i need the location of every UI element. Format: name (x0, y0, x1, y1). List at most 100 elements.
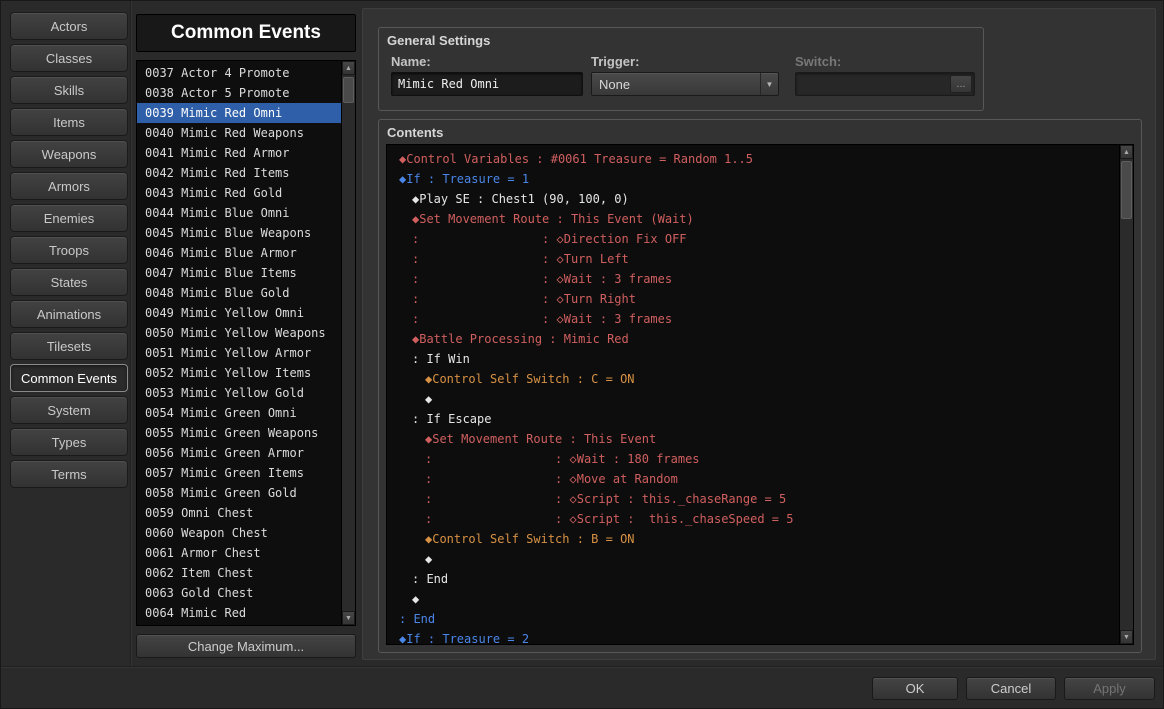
sidebar-item-types[interactable]: Types (10, 428, 128, 456)
sidebar-item-terms[interactable]: Terms (10, 460, 128, 488)
contents-scrollbar[interactable]: ▲ ▼ (1119, 145, 1133, 644)
event-list-items: 0037 Actor 4 Promote 0038 Actor 5 Promote… (137, 63, 341, 625)
sidebar-item-tilesets[interactable]: Tilesets (10, 332, 128, 360)
event-command-line[interactable]: : : ◇Move at Random (387, 469, 1118, 489)
event-command-line[interactable]: ◆Control Self Switch : B = ON (387, 529, 1118, 549)
event-list-item[interactable]: 0037 Actor 4 Promote (137, 63, 341, 83)
event-list-item[interactable]: 0058 Mimic Green Gold (137, 483, 341, 503)
event-command-line[interactable]: : : ◇Wait : 180 frames (387, 449, 1118, 469)
sidebar-item-weapons[interactable]: Weapons (10, 140, 128, 168)
trigger-dropdown[interactable]: None ▼ (591, 72, 779, 96)
event-list-item[interactable]: 0040 Mimic Red Weapons (137, 123, 341, 143)
sidebar-item-classes[interactable]: Classes (10, 44, 128, 72)
name-input[interactable] (391, 72, 583, 96)
event-command-line[interactable]: : : ◇Turn Right (387, 289, 1118, 309)
event-command-line[interactable]: ◆Battle Processing : Mimic Red (387, 329, 1118, 349)
event-list-item[interactable]: 0042 Mimic Red Items (137, 163, 341, 183)
event-list-item[interactable]: 0044 Mimic Blue Omni (137, 203, 341, 223)
sidebar-item-system[interactable]: System (10, 396, 128, 424)
event-command-line[interactable]: ◆If : Treasure = 2 (387, 629, 1118, 644)
scroll-up-icon[interactable]: ▲ (342, 61, 355, 75)
event-list: 0037 Actor 4 Promote 0038 Actor 5 Promote… (136, 60, 356, 626)
event-command-line[interactable]: ◆Play SE : Chest1 (90, 100, 0) (387, 189, 1118, 209)
event-list-item[interactable]: 0056 Mimic Green Armor (137, 443, 341, 463)
general-settings-title: General Settings (387, 33, 491, 48)
scroll-down-icon[interactable]: ▼ (1120, 630, 1133, 644)
event-command-line[interactable]: : : ◇Script : this._chaseRange = 5 (387, 489, 1118, 509)
ok-button[interactable]: OK (872, 677, 958, 700)
event-list-item[interactable]: 0046 Mimic Blue Armor (137, 243, 341, 263)
sidebar-item-animations[interactable]: Animations (10, 300, 128, 328)
switch-label: Switch: (795, 54, 842, 69)
event-command-line[interactable]: ◆ (387, 549, 1118, 569)
switch-browse-button: ... (950, 75, 972, 93)
event-list-item[interactable]: 0041 Mimic Red Armor (137, 143, 341, 163)
scroll-up-icon[interactable]: ▲ (1120, 145, 1133, 159)
event-command-line[interactable]: ◆Control Variables : #0061 Treasure = Ra… (387, 149, 1118, 169)
apply-button: Apply (1064, 677, 1155, 700)
event-command-line[interactable]: : : ◇Turn Left (387, 249, 1118, 269)
event-command-line[interactable]: : End (387, 569, 1118, 589)
cancel-button[interactable]: Cancel (966, 677, 1056, 700)
event-command-line[interactable]: ◆ (387, 389, 1118, 409)
event-list-item[interactable]: 0064 Mimic Red (137, 603, 341, 623)
contents-title: Contents (387, 125, 444, 140)
panel-title: Common Events (136, 14, 356, 52)
footer-divider (0, 666, 1164, 667)
event-list-item[interactable]: 0054 Mimic Green Omni (137, 403, 341, 423)
sidebar-item-troops[interactable]: Troops (10, 236, 128, 264)
trigger-selected-value: None (599, 76, 631, 92)
event-command-line[interactable]: : End (387, 609, 1118, 629)
switch-input: ... (795, 72, 975, 96)
event-command-line[interactable]: ◆Set Movement Route : This Event (Wait) (387, 209, 1118, 229)
dropdown-arrow-icon: ▼ (760, 73, 778, 95)
event-list-item[interactable]: 0048 Mimic Blue Gold (137, 283, 341, 303)
event-list-item[interactable]: 0047 Mimic Blue Items (137, 263, 341, 283)
event-list-item[interactable]: 0060 Weapon Chest (137, 523, 341, 543)
event-command-line[interactable]: : : ◇Script : this._chaseSpeed = 5 (387, 509, 1118, 529)
event-list-item[interactable]: 0052 Mimic Yellow Items (137, 363, 341, 383)
event-command-line[interactable]: : If Win (387, 349, 1118, 369)
scroll-down-icon[interactable]: ▼ (342, 611, 355, 625)
sidebar-item-enemies[interactable]: Enemies (10, 204, 128, 232)
sidebar-item-items[interactable]: Items (10, 108, 128, 136)
event-command-line[interactable]: : If Escape (387, 409, 1118, 429)
name-label: Name: (391, 54, 431, 69)
event-list-item[interactable]: 0038 Actor 5 Promote (137, 83, 341, 103)
event-list-item[interactable]: 0059 Omni Chest (137, 503, 341, 523)
contents-lines: ◆Control Variables : #0061 Treasure = Ra… (387, 149, 1118, 644)
event-list-item[interactable]: 0055 Mimic Green Weapons (137, 423, 341, 443)
event-command-line[interactable]: : : ◇Wait : 3 frames (387, 269, 1118, 289)
event-list-scrollbar-thumb[interactable] (343, 77, 354, 103)
event-list-item[interactable]: 0050 Mimic Yellow Weapons (137, 323, 341, 343)
event-commands-list: ◆Control Variables : #0061 Treasure = Ra… (386, 144, 1134, 645)
event-list-item[interactable]: 0049 Mimic Yellow Omni (137, 303, 341, 323)
event-command-line[interactable]: ◆If : Treasure = 1 (387, 169, 1118, 189)
sidebar-item-armors[interactable]: Armors (10, 172, 128, 200)
event-list-item[interactable]: 0039 Mimic Red Omni (137, 103, 341, 123)
event-list-item[interactable]: 0063 Gold Chest (137, 583, 341, 603)
sidebar: Actors Classes Skills Items Weapons Armors Ene… (10, 12, 128, 492)
event-list-item[interactable]: 0057 Mimic Green Items (137, 463, 341, 483)
change-maximum-button[interactable]: Change Maximum... (136, 634, 356, 658)
event-list-item[interactable]: 0043 Mimic Red Gold (137, 183, 341, 203)
event-list-item[interactable]: 0053 Mimic Yellow Gold (137, 383, 341, 403)
trigger-label: Trigger: (591, 54, 640, 69)
event-command-line[interactable]: ◆ (387, 589, 1118, 609)
event-command-line[interactable]: ◆Set Movement Route : This Event (387, 429, 1118, 449)
sidebar-item-skills[interactable]: Skills (10, 76, 128, 104)
sidebar-item-actors[interactable]: Actors (10, 12, 128, 40)
event-command-line[interactable]: : : ◇Direction Fix OFF (387, 229, 1118, 249)
sidebar-item-common-events[interactable]: Common Events (10, 364, 128, 392)
editor-panel: General Settings Name: Trigger: None ▼ S… (362, 8, 1156, 660)
event-list-item[interactable]: 0061 Armor Chest (137, 543, 341, 563)
event-command-line[interactable]: : : ◇Wait : 3 frames (387, 309, 1118, 329)
event-command-line[interactable]: ◆Control Self Switch : C = ON (387, 369, 1118, 389)
event-list-item[interactable]: 0062 Item Chest (137, 563, 341, 583)
sidebar-item-states[interactable]: States (10, 268, 128, 296)
event-list-item[interactable]: 0045 Mimic Blue Weapons (137, 223, 341, 243)
contents-group: Contents ◆Control Variables : #0061 Trea… (378, 119, 1142, 653)
event-list-scrollbar[interactable]: ▲ ▼ (341, 61, 355, 625)
event-list-item[interactable]: 0051 Mimic Yellow Armor (137, 343, 341, 363)
contents-scrollbar-thumb[interactable] (1121, 161, 1132, 219)
